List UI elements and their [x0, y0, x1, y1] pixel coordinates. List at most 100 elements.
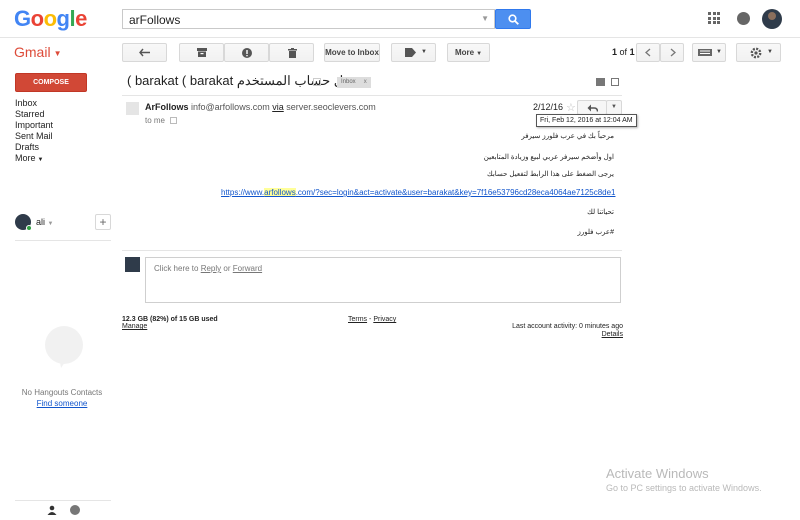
top-bar: Google arFollows ▼: [0, 0, 800, 38]
open-new-window-icon[interactable]: [611, 78, 619, 86]
message-body-line: مرحباً بك في عرب فلورز سيرفر: [521, 133, 614, 140]
reply-button[interactable]: [577, 100, 607, 115]
remove-label-icon[interactable]: x: [364, 79, 367, 85]
keyboard-icon: [698, 49, 712, 56]
archive-button[interactable]: [179, 43, 224, 62]
message-body-line: اول وأضخم سيرفر عربي لبيع وزيادة المتابع…: [483, 154, 614, 161]
sidebar-item-label: Starred: [15, 109, 45, 119]
top-divider: [0, 37, 800, 38]
hangouts-icon[interactable]: [70, 505, 80, 515]
activation-link[interactable]: https://www.arfollows.com/?sec=login&act…: [221, 188, 616, 197]
sidebar-item-more[interactable]: More ▼: [15, 153, 43, 163]
report-spam-icon: [242, 48, 252, 58]
chevron-down-icon: ▼: [767, 49, 773, 55]
hangouts-user[interactable]: ali ▼ +: [15, 214, 111, 236]
find-someone-link[interactable]: Find someone: [14, 399, 110, 408]
newer-button[interactable]: [636, 43, 660, 62]
chevron-down-icon: ▼: [53, 48, 62, 58]
account-avatar[interactable]: [762, 9, 782, 29]
via-domain: server.seoclevers.com: [286, 102, 376, 112]
label-tag-icon: [405, 48, 416, 57]
labels-button[interactable]: ▼: [391, 43, 436, 62]
important-marker-icon[interactable]: [313, 78, 321, 86]
new-hangout-button[interactable]: +: [95, 214, 111, 230]
notifications-bell-icon[interactable]: [737, 12, 750, 25]
chevron-down-icon: ▼: [47, 221, 54, 227]
compose-button[interactable]: COMPOSE: [15, 73, 87, 92]
details-link[interactable]: Details: [602, 331, 623, 338]
search-input[interactable]: arFollows ▼: [122, 9, 495, 29]
recipient-text: to me: [145, 116, 166, 125]
sender-name[interactable]: ArFollows: [145, 102, 189, 112]
chevron-down-icon: ▼: [476, 51, 483, 57]
delete-button[interactable]: [269, 43, 314, 62]
forward-link[interactable]: Forward: [233, 264, 262, 273]
message-more-button[interactable]: ▼: [606, 100, 622, 115]
hangouts-quote-icon: [45, 326, 83, 364]
page-of: of: [619, 47, 628, 57]
manage-storage-link[interactable]: Manage: [122, 323, 147, 330]
activate-windows-subtitle: Go to PC settings to activate Windows.: [606, 483, 762, 493]
via-link[interactable]: via: [272, 102, 284, 112]
sender-line: ArFollows info@arfollows.com via server.…: [145, 102, 376, 112]
message-body-line: #عرب فلورز: [577, 229, 614, 236]
show-details-icon[interactable]: [170, 117, 178, 125]
back-arrow-icon: [139, 48, 150, 57]
sidebar-item-label: Sent Mail: [15, 131, 53, 141]
sidebar-item-label: Drafts: [15, 142, 40, 152]
online-status-icon: [26, 225, 32, 231]
print-icon[interactable]: [596, 78, 605, 86]
archive-icon: [197, 48, 207, 57]
older-button[interactable]: [660, 43, 684, 62]
reply-link[interactable]: Reply: [201, 264, 221, 273]
page-counter: 1 of 1: [612, 47, 635, 57]
subject-ltr: ( barakat ( barakat: [127, 73, 234, 88]
chevron-right-icon: [670, 48, 676, 57]
sidebar-item-starred[interactable]: Starred: [15, 109, 45, 119]
gmail-menu[interactable]: Gmail ▼: [14, 44, 61, 60]
page-current: 1: [612, 47, 618, 57]
message-body-line: تحياتنا لك: [587, 209, 614, 216]
star-icon[interactable]: ☆: [566, 101, 576, 114]
more-actions-label: More: [454, 48, 475, 57]
divider: [15, 500, 111, 501]
sidebar-item-label: Inbox: [15, 98, 38, 108]
contacts-person-icon[interactable]: [47, 505, 57, 515]
search-button[interactable]: [495, 9, 531, 29]
input-tools-button[interactable]: ▼: [692, 43, 726, 62]
storage-usage: 12.3 GB (82%) of 15 GB used: [122, 316, 218, 323]
sidebar-item-drafts[interactable]: Drafts: [15, 142, 39, 152]
compose-label: COMPOSE: [33, 79, 69, 86]
divider: [122, 250, 622, 251]
sender-email: info@arfollows.com: [191, 102, 270, 112]
message-body-line: يرجى الضغط على هذا الرابط لتفعيل حسابك: [486, 171, 614, 178]
message-date[interactable]: 2/12/16: [533, 102, 563, 112]
terms-link[interactable]: Terms: [348, 316, 367, 323]
avatar: [125, 257, 140, 272]
date-tooltip: Fri, Feb 12, 2016 at 12:04 AM: [536, 114, 637, 127]
move-to-inbox-button[interactable]: Move to Inbox: [324, 43, 380, 62]
move-to-inbox-label: Move to Inbox: [325, 48, 379, 57]
google-logo[interactable]: Google: [14, 6, 87, 32]
page-total: 1: [629, 47, 635, 57]
reply-box[interactable]: Click here to Reply or Forward: [145, 257, 621, 303]
report-spam-button[interactable]: [224, 43, 269, 62]
sidebar-item-important[interactable]: Important: [15, 120, 53, 130]
apps-grid-icon[interactable]: [708, 12, 720, 24]
more-actions-button[interactable]: More ▼: [447, 43, 490, 62]
reply-arrow-icon: [587, 104, 598, 112]
privacy-link[interactable]: Privacy: [373, 316, 396, 323]
link-highlight: arfollows: [264, 188, 296, 197]
divider: [15, 240, 111, 241]
label-chip-inbox[interactable]: Inbox x: [337, 77, 371, 88]
trash-icon: [288, 48, 297, 58]
reply-hint: Click here to Reply or Forward: [154, 264, 263, 273]
chevron-left-icon: [645, 48, 651, 57]
sidebar-item-sent-mail[interactable]: Sent Mail: [15, 131, 53, 141]
chevron-down-icon: ▼: [421, 49, 427, 55]
back-button[interactable]: [122, 43, 167, 62]
search-options-icon[interactable]: ▼: [481, 14, 489, 23]
settings-button[interactable]: ▼: [736, 43, 781, 62]
search-input-value: arFollows: [129, 13, 181, 27]
sidebar-item-inbox[interactable]: Inbox: [15, 98, 37, 108]
